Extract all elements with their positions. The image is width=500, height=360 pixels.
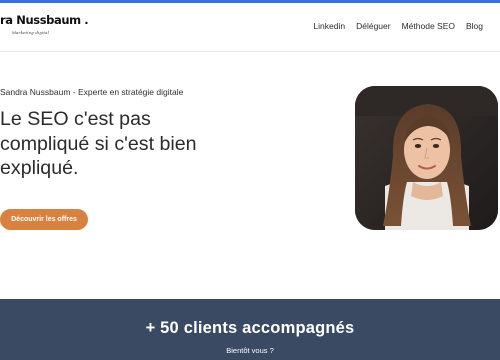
- clients-band-subtitle: Bientôt vous ?: [226, 346, 274, 355]
- discover-offers-button[interactable]: Découvrir les offres: [0, 209, 88, 230]
- clients-band: + 50 clients accompagnés Bientôt vous ?: [0, 299, 500, 360]
- portrait-illustration: [355, 86, 498, 230]
- logo-tagline: Marketing digital: [12, 30, 50, 35]
- nav-item-deleguer[interactable]: Déléguer: [356, 21, 391, 31]
- headline-line: Le SEO c'est pas: [0, 108, 151, 130]
- site-logo[interactable]: ra Nussbaum . Marketing digital: [0, 10, 90, 40]
- hero-headline: Le SEO c'est pas compliqué si c'est bien…: [0, 107, 250, 181]
- hero-subtitle: Sandra Nussbaum - Experte en stratégie d…: [0, 87, 184, 97]
- header-divider: [0, 51, 500, 52]
- nav-item-linkedin[interactable]: Linkedin: [313, 21, 345, 31]
- nav-item-blog[interactable]: Blog: [466, 21, 483, 31]
- portrait-photo: [355, 86, 498, 230]
- nav-item-methode-seo[interactable]: Méthode SEO: [402, 21, 455, 31]
- headline-line: compliqué si c'est bien: [0, 132, 197, 155]
- headline-line: expliqué.: [0, 157, 79, 179]
- main-nav: Linkedin Déléguer Méthode SEO Blog: [313, 21, 483, 31]
- logo-name: ra Nussbaum .: [0, 13, 89, 27]
- site-header: ra Nussbaum . Marketing digital Linkedin…: [0, 3, 500, 49]
- clients-count-title: + 50 clients accompagnés: [145, 319, 355, 337]
